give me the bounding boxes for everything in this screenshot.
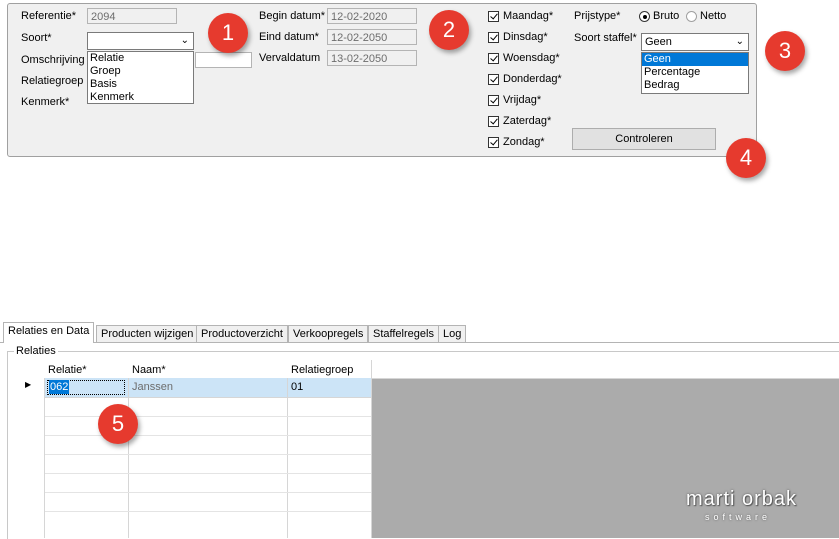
grid-line xyxy=(128,378,129,538)
soort-staffel-value: Geen xyxy=(645,36,672,48)
marker-2: 2 xyxy=(429,10,469,50)
referentie-field[interactable]: 2094 xyxy=(87,8,177,24)
zaterdag-checkbox[interactable] xyxy=(488,116,499,127)
soort-option-kenmerk[interactable]: Kenmerk xyxy=(88,91,193,104)
grid-line xyxy=(45,454,371,455)
soort-option-groep[interactable]: Groep xyxy=(88,65,193,78)
zondag-label: Zondag* xyxy=(503,136,545,148)
grid-line xyxy=(287,378,288,538)
tab-log[interactable]: Log xyxy=(438,325,467,342)
omschrijving-field[interactable] xyxy=(195,52,252,68)
soort-dropdown-list[interactable]: Relatie Groep Basis Kenmerk xyxy=(87,51,194,104)
row-pointer-icon: ▶ xyxy=(25,380,32,389)
grid-line xyxy=(45,435,371,436)
soort-staffel-label: Soort staffel* xyxy=(574,32,637,44)
controleren-button[interactable]: Controleren xyxy=(572,128,716,150)
netto-radio[interactable] xyxy=(686,11,697,22)
omschrijving-label: Omschrijving xyxy=(21,54,85,66)
grid-line xyxy=(45,416,371,417)
vervaldatum-label: Vervaldatum xyxy=(259,52,321,64)
maandag-label: Maandag* xyxy=(503,10,554,22)
tab-verkoopregels[interactable]: Verkoopregels xyxy=(288,325,369,342)
watermark-logo-text: marti orbak xyxy=(686,488,798,510)
soort-staffel-combobox[interactable]: Geen ⌄ xyxy=(641,33,749,51)
watermark-logo-subtext: software xyxy=(705,512,772,522)
grid-line xyxy=(45,511,371,512)
column-header-relatiegroep[interactable]: Relatiegroep xyxy=(291,364,353,376)
donderdag-label: Donderdag* xyxy=(503,73,562,85)
eind-datum-field[interactable]: 12-02-2050 xyxy=(327,29,417,45)
bruto-label: Bruto xyxy=(653,10,680,22)
marker-1: 1 xyxy=(208,13,248,53)
soort-staffel-dropdown-list[interactable]: Geen Percentage Bedrag xyxy=(641,52,749,94)
cell-relatiegroep[interactable]: 01 xyxy=(291,381,303,393)
cell-naam[interactable]: Janssen xyxy=(132,381,173,393)
column-header-relatie[interactable]: Relatie* xyxy=(48,364,87,376)
begin-datum-field[interactable]: 12-02-2020 xyxy=(327,8,417,24)
begin-datum-label: Begin datum* xyxy=(259,10,326,22)
tab-relaties-en-data[interactable]: Relaties en Data xyxy=(3,322,95,343)
kenmerk-label: Kenmerk* xyxy=(21,96,70,108)
relatiegroep-label: Relatiegroep xyxy=(21,75,84,87)
soort-option-basis[interactable]: Basis xyxy=(88,78,193,91)
marker-3: 3 xyxy=(765,31,805,71)
cell-relatie[interactable]: 062 xyxy=(49,380,70,394)
column-header-naam[interactable]: Naam* xyxy=(132,364,166,376)
donderdag-checkbox[interactable] xyxy=(488,74,499,85)
soort-option-relatie[interactable]: Relatie xyxy=(88,52,193,65)
grid-body xyxy=(12,378,371,538)
relaties-group-label: Relaties xyxy=(14,345,58,357)
marker-4: 4 xyxy=(726,138,766,178)
staffel-option-bedrag[interactable]: Bedrag xyxy=(642,79,748,92)
eind-datum-label: Eind datum* xyxy=(259,31,319,43)
row-header-column xyxy=(12,378,45,538)
netto-label: Netto xyxy=(700,10,727,22)
tab-staffelregels[interactable]: Staffelregels xyxy=(368,325,439,342)
vervaldatum-field[interactable]: 13-02-2050 xyxy=(327,50,417,66)
bruto-radio[interactable] xyxy=(639,11,650,22)
referentie-label: Referentie* xyxy=(21,10,77,22)
woensdag-label: Woensdag* xyxy=(503,52,560,64)
marker-5: 5 xyxy=(98,404,138,444)
dinsdag-checkbox[interactable] xyxy=(488,32,499,43)
maandag-checkbox[interactable] xyxy=(488,11,499,22)
grid-line xyxy=(45,397,371,398)
grid-line xyxy=(45,492,371,493)
grid-line xyxy=(371,360,372,538)
woensdag-checkbox[interactable] xyxy=(488,53,499,64)
zaterdag-label: Zaterdag* xyxy=(503,115,552,127)
chevron-down-icon: ⌄ xyxy=(180,35,189,46)
soort-combobox[interactable]: ⌄ xyxy=(87,32,194,50)
zondag-checkbox[interactable] xyxy=(488,137,499,148)
tab-productoverzicht[interactable]: Productoverzicht xyxy=(196,325,288,342)
grid-line xyxy=(45,473,371,474)
dinsdag-label: Dinsdag* xyxy=(503,31,548,43)
soort-label: Soort* xyxy=(21,32,52,44)
chevron-down-icon: ⌄ xyxy=(735,36,744,47)
vrijdag-checkbox[interactable] xyxy=(488,95,499,106)
prijstype-label: Prijstype* xyxy=(574,10,621,22)
staffel-option-geen[interactable]: Geen xyxy=(642,53,748,66)
staffel-option-percentage[interactable]: Percentage xyxy=(642,66,748,79)
tab-producten-wijzigen[interactable]: Producten wijzigen xyxy=(96,325,199,342)
vrijdag-label: Vrijdag* xyxy=(503,94,542,106)
